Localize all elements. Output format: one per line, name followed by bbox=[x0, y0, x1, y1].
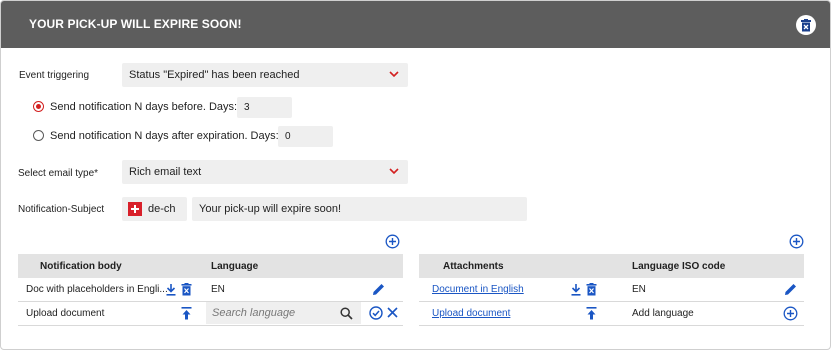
email-type-select[interactable]: Rich email text bbox=[122, 160, 408, 184]
event-triggering-label: Event triggering bbox=[19, 70, 90, 81]
confirm-icon[interactable] bbox=[369, 306, 383, 320]
edit-icon[interactable] bbox=[372, 283, 385, 296]
radio-days-before-label: Send notification N days before. Days: bbox=[50, 101, 238, 113]
search-icon[interactable] bbox=[340, 307, 353, 320]
add-notification-body-button[interactable] bbox=[385, 234, 400, 249]
add-attachment-button[interactable] bbox=[789, 234, 804, 249]
trash-icon[interactable] bbox=[181, 283, 192, 296]
chevron-down-icon bbox=[389, 168, 399, 175]
table-row: Document in English EN bbox=[419, 278, 804, 302]
column-header-notification-body: Notification body bbox=[40, 261, 122, 272]
attachment-language: EN bbox=[632, 284, 646, 295]
subject-label: Notification-Subject bbox=[18, 204, 105, 215]
dialog-title: YOUR PICK-UP WILL EXPIRE SOON! bbox=[29, 17, 242, 31]
notification-dialog: YOUR PICK-UP WILL EXPIRE SOON! Event tri… bbox=[0, 0, 831, 350]
radio-days-before[interactable] bbox=[33, 101, 44, 112]
radio-days-after-label: Send notification N days after expiratio… bbox=[50, 130, 279, 142]
upload-icon[interactable] bbox=[181, 307, 192, 320]
event-triggering-value: Status "Expired" has been reached bbox=[129, 69, 300, 81]
notification-body-language: EN bbox=[211, 284, 225, 295]
column-header-language-iso: Language ISO code bbox=[632, 261, 726, 272]
notification-body-table-header: Notification body Language bbox=[18, 254, 403, 278]
table-row: Upload document Add language bbox=[419, 302, 804, 326]
event-triggering-select[interactable]: Status "Expired" has been reached bbox=[122, 63, 408, 87]
search-language-input[interactable]: Search language bbox=[206, 302, 361, 324]
radio-days-after[interactable] bbox=[33, 130, 44, 141]
cancel-icon[interactable] bbox=[387, 307, 398, 318]
download-icon[interactable] bbox=[571, 284, 581, 296]
swiss-flag-icon bbox=[128, 202, 142, 216]
upload-document-link[interactable]: Upload document bbox=[432, 308, 510, 319]
subject-language-select[interactable]: de-ch bbox=[122, 197, 187, 221]
edit-icon[interactable] bbox=[784, 283, 797, 296]
notification-body-name: Doc with placeholders in Engli... bbox=[26, 284, 168, 295]
subject-language-value: de-ch bbox=[148, 203, 176, 215]
upload-icon[interactable] bbox=[586, 307, 597, 320]
subject-input[interactable]: Your pick-up will expire soon! bbox=[192, 197, 527, 221]
add-language-button[interactable] bbox=[783, 306, 798, 321]
days-before-input[interactable]: 3 bbox=[237, 97, 292, 118]
trash-icon[interactable] bbox=[586, 283, 597, 296]
column-header-language: Language bbox=[211, 261, 259, 272]
days-after-input[interactable]: 0 bbox=[278, 126, 333, 147]
email-type-label: Select email type* bbox=[18, 168, 99, 179]
chevron-down-icon bbox=[389, 71, 399, 78]
attachments-table-header: Attachments Language ISO code bbox=[419, 254, 804, 278]
add-language-label: Add language bbox=[632, 308, 694, 319]
upload-document-label: Upload document bbox=[26, 308, 105, 319]
table-row: Doc with placeholders in Engli... EN bbox=[18, 278, 403, 302]
email-type-value: Rich email text bbox=[129, 166, 202, 178]
trash-icon bbox=[801, 18, 811, 31]
delete-button[interactable] bbox=[796, 15, 816, 35]
column-header-attachments: Attachments bbox=[443, 261, 504, 272]
download-icon[interactable] bbox=[166, 284, 176, 296]
attachment-link[interactable]: Document in English bbox=[432, 284, 524, 295]
dialog-header: YOUR PICK-UP WILL EXPIRE SOON! bbox=[1, 1, 830, 48]
